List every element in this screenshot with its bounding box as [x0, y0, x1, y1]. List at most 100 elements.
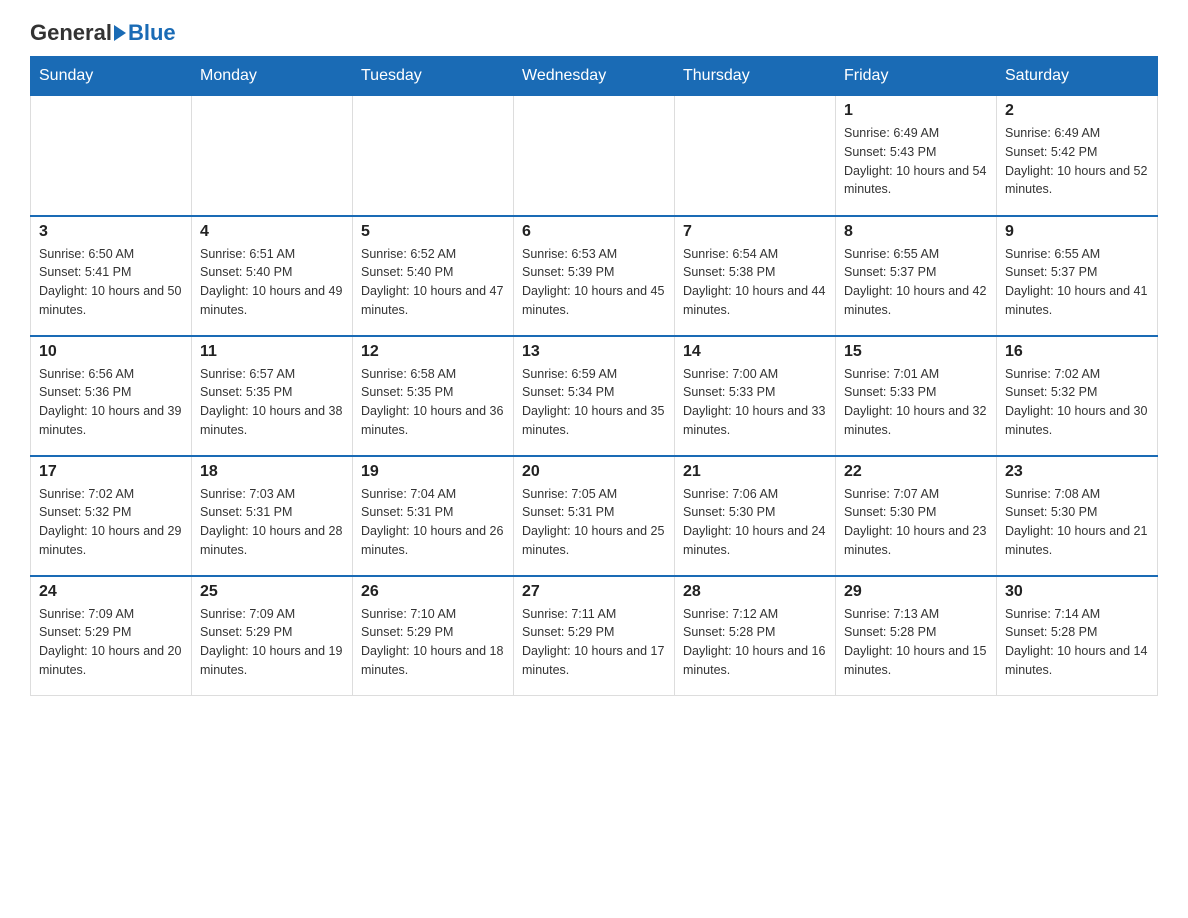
day-cell: 1 Sunrise: 6:49 AMSunset: 5:43 PMDaylight… [836, 96, 997, 216]
day-number: 26 [361, 583, 505, 601]
day-cell [353, 96, 514, 216]
day-cell: 25 Sunrise: 7:09 AMSunset: 5:29 PMDayligh… [192, 576, 353, 696]
day-info: Sunrise: 7:14 AMSunset: 5:28 PMDaylight:… [1005, 605, 1149, 680]
day-number: 6 [522, 223, 666, 241]
header: General Blue [30, 20, 1158, 46]
day-number: 14 [683, 343, 827, 361]
day-cell: 16 Sunrise: 7:02 AMSunset: 5:32 PMDayligh… [997, 336, 1158, 456]
day-number: 20 [522, 463, 666, 481]
day-info: Sunrise: 7:08 AMSunset: 5:30 PMDaylight:… [1005, 485, 1149, 560]
day-cell: 9Sunrise: 6:55 AMSunset: 5:37 PMDaylight… [997, 216, 1158, 336]
day-info: Sunrise: 7:07 AMSunset: 5:30 PMDaylight:… [844, 485, 988, 560]
weekday-header-monday: Monday [192, 57, 353, 96]
day-cell [675, 96, 836, 216]
day-info: Sunrise: 7:10 AMSunset: 5:29 PMDaylight:… [361, 605, 505, 680]
day-number: 17 [39, 463, 183, 481]
day-info: Sunrise: 6:58 AMSunset: 5:35 PMDaylight:… [361, 365, 505, 440]
day-cell: 7Sunrise: 6:54 AMSunset: 5:38 PMDaylight… [675, 216, 836, 336]
day-cell [514, 96, 675, 216]
logo: General Blue [30, 20, 176, 46]
logo-arrow-icon [114, 25, 126, 41]
weekday-header-sunday: Sunday [31, 57, 192, 96]
day-number: 2 [1005, 102, 1149, 120]
day-cell: 3 Sunrise: 6:50 AMSunset: 5:41 PMDaylight… [31, 216, 192, 336]
day-cell: 10 Sunrise: 6:56 AMSunset: 5:36 PMDayligh… [31, 336, 192, 456]
weekday-header-row: SundayMondayTuesdayWednesdayThursdayFrid… [31, 57, 1158, 96]
day-number: 12 [361, 343, 505, 361]
day-cell: 30 Sunrise: 7:14 AMSunset: 5:28 PMDayligh… [997, 576, 1158, 696]
day-cell: 14 Sunrise: 7:00 AMSunset: 5:33 PMDayligh… [675, 336, 836, 456]
day-number: 29 [844, 583, 988, 601]
day-number: 25 [200, 583, 344, 601]
day-number: 11 [200, 343, 344, 361]
day-number: 24 [39, 583, 183, 601]
day-number: 27 [522, 583, 666, 601]
day-number: 15 [844, 343, 988, 361]
day-number: 8 [844, 223, 988, 241]
day-number: 23 [1005, 463, 1149, 481]
day-cell: 19Sunrise: 7:04 AMSunset: 5:31 PMDayligh… [353, 456, 514, 576]
day-number: 13 [522, 343, 666, 361]
day-cell: 4 Sunrise: 6:51 AMSunset: 5:40 PMDaylight… [192, 216, 353, 336]
day-number: 30 [1005, 583, 1149, 601]
day-cell: 26 Sunrise: 7:10 AMSunset: 5:29 PMDayligh… [353, 576, 514, 696]
calendar-table: SundayMondayTuesdayWednesdayThursdayFrid… [30, 56, 1158, 696]
day-info: Sunrise: 7:11 AMSunset: 5:29 PMDaylight:… [522, 605, 666, 680]
day-cell: 27 Sunrise: 7:11 AMSunset: 5:29 PMDayligh… [514, 576, 675, 696]
weekday-header-wednesday: Wednesday [514, 57, 675, 96]
day-info: Sunrise: 6:56 AMSunset: 5:36 PMDaylight:… [39, 365, 183, 440]
day-info: Sunrise: 6:49 AMSunset: 5:43 PMDaylight:… [844, 124, 988, 199]
day-number: 4 [200, 223, 344, 241]
day-number: 1 [844, 102, 988, 120]
day-info: Sunrise: 7:03 AMSunset: 5:31 PMDaylight:… [200, 485, 344, 560]
week-row-1: 1 Sunrise: 6:49 AMSunset: 5:43 PMDaylight… [31, 96, 1158, 216]
day-info: Sunrise: 7:01 AMSunset: 5:33 PMDaylight:… [844, 365, 988, 440]
day-cell: 17 Sunrise: 7:02 AMSunset: 5:32 PMDayligh… [31, 456, 192, 576]
week-row-5: 24 Sunrise: 7:09 AMSunset: 5:29 PMDayligh… [31, 576, 1158, 696]
day-info: Sunrise: 7:09 AMSunset: 5:29 PMDaylight:… [39, 605, 183, 680]
day-number: 28 [683, 583, 827, 601]
week-row-2: 3 Sunrise: 6:50 AMSunset: 5:41 PMDaylight… [31, 216, 1158, 336]
day-cell: 8 Sunrise: 6:55 AMSunset: 5:37 PMDaylight… [836, 216, 997, 336]
weekday-header-friday: Friday [836, 57, 997, 96]
day-info: Sunrise: 6:59 AMSunset: 5:34 PMDaylight:… [522, 365, 666, 440]
day-cell: 2 Sunrise: 6:49 AMSunset: 5:42 PMDaylight… [997, 96, 1158, 216]
day-number: 9 [1005, 223, 1149, 241]
day-cell: 21 Sunrise: 7:06 AMSunset: 5:30 PMDayligh… [675, 456, 836, 576]
day-number: 10 [39, 343, 183, 361]
day-number: 21 [683, 463, 827, 481]
day-cell: 13 Sunrise: 6:59 AMSunset: 5:34 PMDayligh… [514, 336, 675, 456]
day-number: 19 [361, 463, 505, 481]
logo-area: General Blue [30, 20, 176, 46]
day-info: Sunrise: 6:52 AMSunset: 5:40 PMDaylight:… [361, 245, 505, 320]
day-info: Sunrise: 7:12 AMSunset: 5:28 PMDaylight:… [683, 605, 827, 680]
day-info: Sunrise: 6:50 AMSunset: 5:41 PMDaylight:… [39, 245, 183, 320]
day-info: Sunrise: 7:00 AMSunset: 5:33 PMDaylight:… [683, 365, 827, 440]
day-cell [192, 96, 353, 216]
weekday-header-thursday: Thursday [675, 57, 836, 96]
day-number: 7 [683, 223, 827, 241]
day-info: Sunrise: 6:57 AMSunset: 5:35 PMDaylight:… [200, 365, 344, 440]
day-number: 16 [1005, 343, 1149, 361]
day-info: Sunrise: 7:05 AMSunset: 5:31 PMDaylight:… [522, 485, 666, 560]
day-number: 3 [39, 223, 183, 241]
day-info: Sunrise: 6:51 AMSunset: 5:40 PMDaylight:… [200, 245, 344, 320]
day-cell: 5Sunrise: 6:52 AMSunset: 5:40 PMDaylight… [353, 216, 514, 336]
day-info: Sunrise: 7:09 AMSunset: 5:29 PMDaylight:… [200, 605, 344, 680]
day-cell: 23 Sunrise: 7:08 AMSunset: 5:30 PMDayligh… [997, 456, 1158, 576]
week-row-4: 17 Sunrise: 7:02 AMSunset: 5:32 PMDayligh… [31, 456, 1158, 576]
day-info: Sunrise: 7:02 AMSunset: 5:32 PMDaylight:… [1005, 365, 1149, 440]
day-cell: 28 Sunrise: 7:12 AMSunset: 5:28 PMDayligh… [675, 576, 836, 696]
day-info: Sunrise: 6:49 AMSunset: 5:42 PMDaylight:… [1005, 124, 1149, 199]
day-cell: 29Sunrise: 7:13 AMSunset: 5:28 PMDayligh… [836, 576, 997, 696]
day-info: Sunrise: 7:02 AMSunset: 5:32 PMDaylight:… [39, 485, 183, 560]
day-number: 22 [844, 463, 988, 481]
day-info: Sunrise: 6:55 AMSunset: 5:37 PMDaylight:… [844, 245, 988, 320]
day-cell: 12 Sunrise: 6:58 AMSunset: 5:35 PMDayligh… [353, 336, 514, 456]
day-cell: 20 Sunrise: 7:05 AMSunset: 5:31 PMDayligh… [514, 456, 675, 576]
day-info: Sunrise: 7:06 AMSunset: 5:30 PMDaylight:… [683, 485, 827, 560]
week-row-3: 10 Sunrise: 6:56 AMSunset: 5:36 PMDayligh… [31, 336, 1158, 456]
logo-blue: Blue [128, 20, 176, 46]
weekday-header-saturday: Saturday [997, 57, 1158, 96]
day-cell [31, 96, 192, 216]
